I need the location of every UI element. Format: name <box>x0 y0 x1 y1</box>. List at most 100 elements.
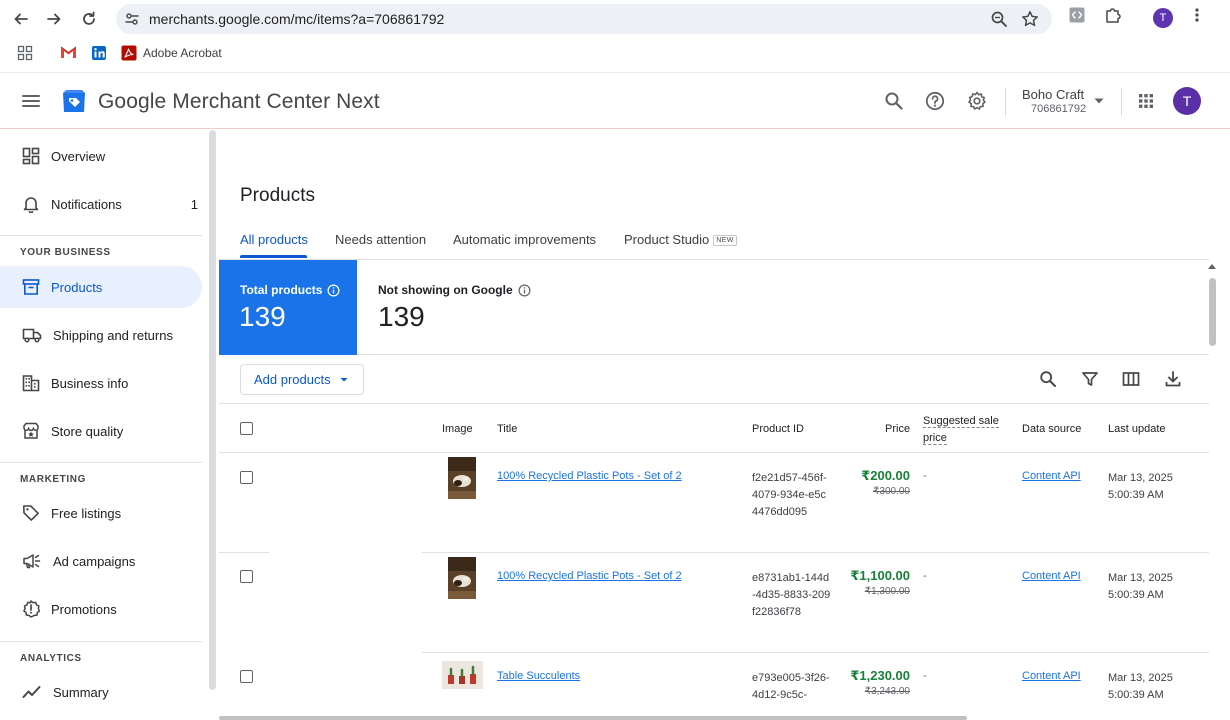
tab-product-studio[interactable]: Product Studio NEW <box>624 232 737 247</box>
column-header-title[interactable]: Title <box>497 423 517 435</box>
select-all-checkbox[interactable] <box>240 422 253 435</box>
gmail-icon <box>60 45 77 59</box>
user-avatar[interactable]: T <box>1173 87 1201 115</box>
product-title-link[interactable]: 100% Recycled Plastic Pots - Set of 2 <box>497 470 682 482</box>
settings-gear-icon[interactable] <box>967 91 987 111</box>
account-dropdown-icon[interactable] <box>1093 96 1105 106</box>
scroll-up-arrow-icon[interactable] <box>1207 262 1217 270</box>
sidebar-item-summary[interactable]: Summary <box>0 671 202 713</box>
sidebar-section-marketing: MARKETING <box>20 474 86 485</box>
column-header-suggested-sale-price-line2[interactable]: price <box>923 432 947 445</box>
address-bar[interactable]: merchants.google.com/mc/items?a=70686179… <box>116 4 1052 34</box>
data-source-link[interactable]: Content API <box>1022 670 1081 682</box>
product-original-price: ₹3,243.00 <box>864 686 910 697</box>
data-source-link[interactable]: Content API <box>1022 570 1081 582</box>
column-header-suggested-sale-price-line1[interactable]: Suggested sale <box>923 415 999 428</box>
bookmark-adobe-acrobat[interactable]: Adobe Acrobat <box>121 45 222 61</box>
column-header-price[interactable]: Price <box>885 423 910 435</box>
devtools-extension-icon[interactable] <box>1068 6 1086 24</box>
stat-card-total-products[interactable]: Total products 139 <box>219 260 357 355</box>
product-id: e8731ab1-144d-4d35-8833-209f22836f78 <box>752 572 831 618</box>
forward-icon[interactable] <box>41 6 67 32</box>
table-row[interactable]: 100% Recycled Plastic Pots - Set of 2 f2… <box>219 453 1209 553</box>
product-title-link[interactable]: 100% Recycled Plastic Pots - Set of 2 <box>497 570 682 582</box>
suggested-sale-price: - <box>923 570 927 582</box>
bookmark-linkedin[interactable] <box>91 45 107 61</box>
product-title-link[interactable]: Table Succulents <box>497 670 580 682</box>
browser-profile-avatar[interactable]: T <box>1153 8 1173 28</box>
header-divider <box>1005 88 1006 116</box>
sidebar-item-business-info[interactable]: Business info <box>0 362 202 404</box>
row-checkbox[interactable] <box>240 471 253 484</box>
product-thumbnail[interactable] <box>448 557 476 599</box>
download-icon[interactable] <box>1164 370 1182 388</box>
stat-card-not-showing[interactable]: Not showing on Google 139 <box>357 260 657 355</box>
reload-icon[interactable] <box>76 6 102 32</box>
bookmark-apps[interactable] <box>17 45 33 61</box>
bookmarks-bar: Adobe Acrobat <box>0 40 1230 68</box>
add-products-button[interactable]: Add products <box>240 364 364 395</box>
tab-needs-attention[interactable]: Needs attention <box>335 232 426 247</box>
info-icon[interactable] <box>518 283 531 297</box>
extensions-puzzle-icon[interactable] <box>1104 6 1122 24</box>
product-original-price: ₹1,300.00 <box>864 586 910 597</box>
sidebar-item-ad-campaigns[interactable]: Ad campaigns <box>0 540 202 582</box>
header-divider <box>1121 88 1122 116</box>
table-row[interactable]: 100% Recycled Plastic Pots - Set of 2 e8… <box>219 553 1209 653</box>
notification-count-badge: 1 <box>190 196 198 212</box>
zoom-icon[interactable] <box>990 10 1008 28</box>
sidebar-item-products[interactable]: Products <box>0 266 202 308</box>
product-price: ₹1,100.00 <box>850 568 910 583</box>
product-id: f2e21d57-456f-4079-934e-e5c4476dd095 <box>752 472 827 518</box>
sidebar-item-label: Overview <box>51 148 106 164</box>
column-header-product-id[interactable]: Product ID <box>752 423 804 435</box>
chevron-down-icon <box>340 377 348 381</box>
main-content: Products All products Needs attention Au… <box>219 130 1230 720</box>
sidebar-item-notifications[interactable]: Notifications 1 <box>0 183 202 225</box>
column-header-last-update[interactable]: Last update <box>1108 423 1166 435</box>
last-update-time: 5:00:39 AM <box>1108 689 1164 701</box>
vertical-scroll-thumb[interactable] <box>1209 278 1216 346</box>
help-icon[interactable] <box>925 91 945 111</box>
sidebar-item-label: Shipping and returns <box>53 327 173 343</box>
product-thumbnail[interactable] <box>442 661 483 689</box>
sidebar-item-shipping-and-returns[interactable]: Shipping and returns <box>0 314 202 356</box>
sidebar-section-your-business: YOUR BUSINESS <box>20 247 111 258</box>
row-checkbox[interactable] <box>240 570 253 583</box>
back-icon[interactable] <box>8 6 34 32</box>
bookmark-star-icon[interactable] <box>1021 10 1039 28</box>
tab-all-products[interactable]: All products <box>240 232 308 247</box>
page-title: Products <box>240 185 315 206</box>
stat-value: 139 <box>239 301 286 332</box>
columns-icon[interactable] <box>1122 370 1140 388</box>
horizontal-scroll-thumb[interactable] <box>219 716 967 720</box>
tab-automatic-improvements[interactable]: Automatic improvements <box>453 232 596 247</box>
column-header-data-source[interactable]: Data source <box>1022 423 1081 435</box>
sidebar-item-store-quality[interactable]: Store quality <box>0 410 202 452</box>
last-update-time: 5:00:39 AM <box>1108 489 1164 501</box>
site-settings-icon[interactable] <box>124 11 140 27</box>
product-thumbnail[interactable] <box>448 457 476 499</box>
sidebar-item-promotions[interactable]: Promotions <box>0 588 202 630</box>
sidebar-item-label: Store quality <box>51 423 124 439</box>
app-title-product: Merchant Center Next <box>172 90 380 113</box>
row-checkbox[interactable] <box>240 670 253 683</box>
search-icon[interactable] <box>884 91 904 111</box>
merchant-center-logo-icon[interactable] <box>60 87 88 115</box>
browser-menu-icon[interactable] <box>1189 6 1205 24</box>
table-row[interactable]: Table Succulents e793e005-3f26-4d12-9c5c… <box>219 653 1209 720</box>
main-menu-icon[interactable] <box>20 90 42 112</box>
info-icon[interactable] <box>327 283 340 297</box>
filter-icon[interactable] <box>1081 370 1099 388</box>
table-search-icon[interactable] <box>1039 370 1057 388</box>
account-id: 706861792 <box>1031 103 1087 115</box>
sidebar-scrollbar[interactable] <box>209 130 216 690</box>
data-source-link[interactable]: Content API <box>1022 470 1081 482</box>
tag-icon <box>23 505 39 521</box>
google-apps-icon[interactable] <box>1136 91 1156 111</box>
bookmark-gmail[interactable] <box>60 45 77 59</box>
sidebar-item-overview[interactable]: Overview <box>0 135 202 177</box>
app-title-brand: Google <box>98 90 167 113</box>
sidebar-item-label: Ad campaigns <box>53 553 136 569</box>
sidebar-item-free-listings[interactable]: Free listings <box>0 492 202 534</box>
